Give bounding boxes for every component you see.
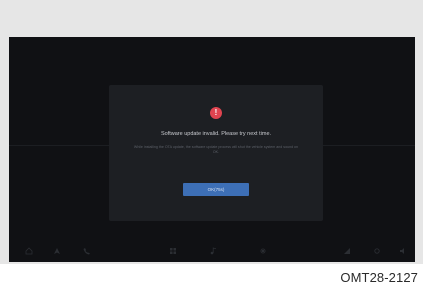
climate-icon[interactable] bbox=[259, 247, 267, 255]
apps-icon[interactable] bbox=[169, 247, 177, 255]
signal-icon bbox=[343, 247, 351, 255]
figure-code: OMT28-2127 bbox=[340, 270, 418, 285]
home-icon[interactable] bbox=[25, 247, 33, 255]
volume-icon[interactable] bbox=[399, 247, 407, 255]
settings-icon[interactable] bbox=[373, 247, 381, 255]
figure-frame: ! Software update invalid. Please try ne… bbox=[0, 0, 423, 264]
alert-icon: ! bbox=[210, 107, 222, 119]
infotainment-screen: ! Software update invalid. Please try ne… bbox=[9, 37, 415, 262]
media-icon[interactable] bbox=[209, 247, 217, 255]
background-divider-right bbox=[315, 145, 415, 146]
update-failed-dialog: ! Software update invalid. Please try ne… bbox=[109, 85, 323, 221]
bottom-nav-bar bbox=[9, 240, 415, 262]
ok-button[interactable]: OK(75s) bbox=[183, 183, 249, 196]
page: ! Software update invalid. Please try ne… bbox=[0, 0, 423, 290]
dialog-title: Software update invalid. Please try next… bbox=[160, 131, 272, 137]
navigation-icon[interactable] bbox=[53, 247, 61, 255]
dialog-description: While installing the OTA update, the sof… bbox=[133, 145, 299, 154]
phone-icon[interactable] bbox=[83, 247, 91, 255]
background-divider-left bbox=[9, 145, 109, 146]
